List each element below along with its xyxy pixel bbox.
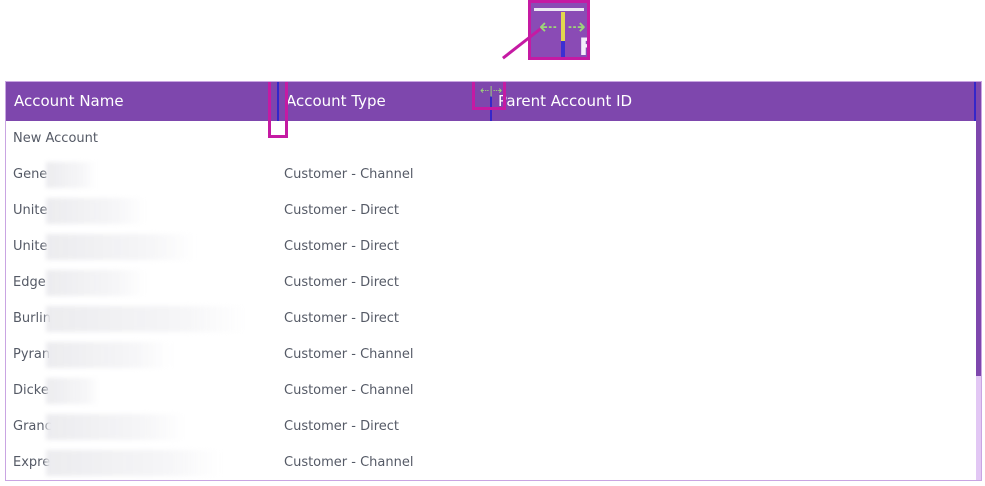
redaction-blur xyxy=(46,270,146,296)
callout-header-edge xyxy=(534,8,584,11)
account-type-cell[interactable]: Customer - Channel xyxy=(284,337,413,373)
callout-column-border xyxy=(561,41,565,57)
column-resizer[interactable] xyxy=(974,82,976,121)
account-type-cell[interactable]: Customer - Direct xyxy=(284,265,399,301)
table-row[interactable]: Granc Customer - Direct xyxy=(6,409,976,445)
column-header-parent-account-id[interactable]: Parent Account ID xyxy=(498,82,632,121)
redaction-blur xyxy=(46,198,146,224)
accounts-grid: Account Name Account Type Parent Account… xyxy=(5,81,982,481)
account-name-cell[interactable]: New Account xyxy=(13,121,98,157)
account-name-cell[interactable]: Unite xyxy=(13,229,47,265)
account-type-cell[interactable]: Customer - Channel xyxy=(284,157,413,193)
account-name-cell[interactable]: Pyran xyxy=(13,337,50,373)
account-name-cell[interactable]: Unite xyxy=(13,193,47,229)
column-header-account-name[interactable]: Account Name xyxy=(14,82,124,121)
redaction-blur xyxy=(46,306,246,332)
account-type-cell[interactable]: Customer - Direct xyxy=(284,229,399,265)
account-name-cell[interactable]: Dicke xyxy=(13,373,49,409)
account-type-cell[interactable]: Customer - Channel xyxy=(284,373,413,409)
account-type-cell[interactable]: Customer - Direct xyxy=(284,193,399,229)
account-name-cell[interactable]: Edge xyxy=(13,265,46,301)
table-row[interactable]: Unite Customer - Direct xyxy=(6,193,976,229)
highlight-box xyxy=(268,82,288,138)
redaction-blur xyxy=(46,234,196,260)
table-row[interactable]: Unite Customer - Direct xyxy=(6,229,976,265)
account-type-cell[interactable]: Customer - Channel xyxy=(284,445,413,480)
table-row[interactable]: Dicke Customer - Channel xyxy=(6,373,976,409)
column-header-account-type[interactable]: Account Type xyxy=(286,82,386,121)
grid-body: New Account Gene Customer - Channel Unit… xyxy=(6,121,976,480)
account-name-cell[interactable]: Gene xyxy=(13,157,47,193)
account-type-cell[interactable]: Customer - Direct xyxy=(284,409,399,445)
redaction-blur xyxy=(46,342,171,368)
account-name-cell[interactable]: Expre xyxy=(13,445,50,480)
table-row[interactable]: Burlin Customer - Direct xyxy=(6,301,976,337)
account-type-cell[interactable]: Customer - Direct xyxy=(284,301,399,337)
callout-letter: F xyxy=(579,33,587,57)
redaction-blur xyxy=(46,450,221,476)
redaction-blur xyxy=(46,378,101,404)
table-row[interactable]: New Account xyxy=(6,121,976,157)
table-row[interactable]: Gene Customer - Channel xyxy=(6,157,976,193)
scrollbar-thumb[interactable] xyxy=(976,121,981,376)
redaction-blur xyxy=(46,414,186,440)
table-row[interactable]: Edge Customer - Direct xyxy=(6,265,976,301)
redaction-blur xyxy=(46,162,96,188)
table-row[interactable]: Expre Customer - Channel xyxy=(6,445,976,480)
table-row[interactable]: Pyran Customer - Channel xyxy=(6,337,976,373)
highlight-box xyxy=(472,82,506,110)
